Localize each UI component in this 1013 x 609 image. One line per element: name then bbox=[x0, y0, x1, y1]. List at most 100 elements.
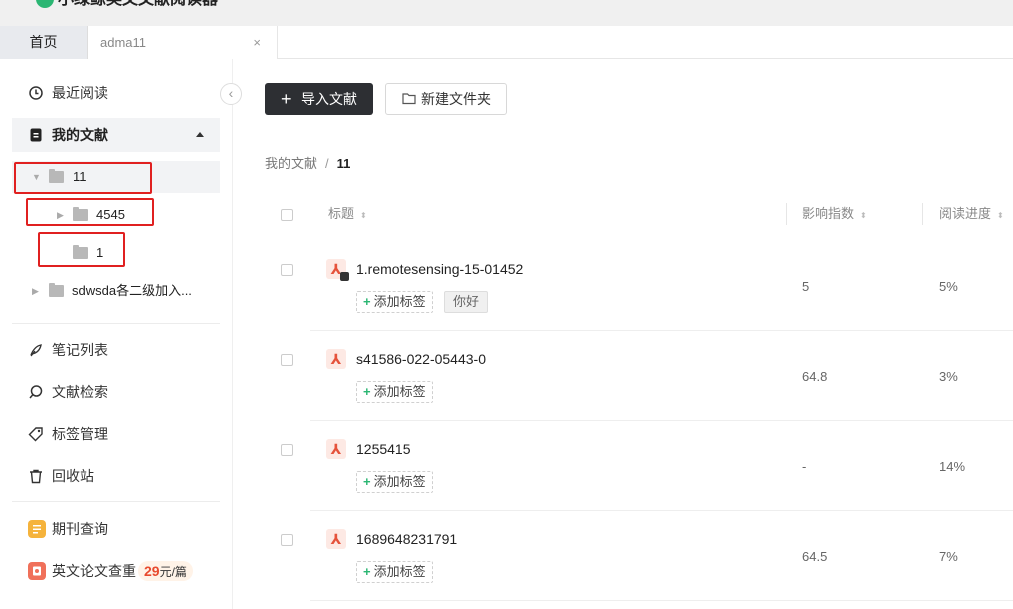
row-divider bbox=[310, 600, 1013, 601]
folder-outline-icon bbox=[402, 93, 416, 105]
row-checkbox[interactable] bbox=[281, 534, 293, 546]
sidebar-item-my-docs[interactable]: 我的文献 bbox=[12, 118, 220, 152]
impact-value: 64.8 bbox=[802, 369, 828, 384]
progress-value: 14% bbox=[939, 459, 966, 474]
row-divider bbox=[310, 510, 1013, 511]
document-title[interactable]: 1255415 bbox=[356, 440, 411, 458]
new-folder-button[interactable]: 新建文件夹 bbox=[385, 83, 507, 115]
impact-value: 64.5 bbox=[802, 549, 828, 564]
search-icon bbox=[29, 385, 43, 399]
pdf-icon: ⅄ bbox=[326, 439, 346, 459]
sort-icon: ⬍ bbox=[860, 211, 867, 220]
highlight-box bbox=[26, 198, 154, 226]
highlight-box bbox=[38, 232, 125, 267]
tab-document-label: adma11 bbox=[100, 35, 147, 50]
row-checkbox[interactable] bbox=[281, 264, 293, 276]
column-header-progress[interactable]: 阅读进度 ⬍ bbox=[939, 205, 1004, 225]
column-header-label: 标题 bbox=[328, 206, 355, 221]
sidebar-item-label: 英文论文查重 bbox=[52, 563, 136, 579]
sidebar-item-label: 期刊查询 bbox=[52, 521, 108, 537]
plagiarism-icon bbox=[28, 562, 46, 580]
tab-home[interactable]: 首页 bbox=[0, 26, 88, 59]
caret-up-icon[interactable] bbox=[196, 132, 204, 137]
add-tag-button[interactable]: + 添加标签 bbox=[356, 561, 433, 583]
add-tag-label: 添加标签 bbox=[373, 384, 426, 399]
impact-value: - bbox=[802, 459, 807, 474]
highlight-box bbox=[14, 162, 152, 194]
sidebar-item-label: 笔记列表 bbox=[52, 342, 108, 358]
sidebar: 最近阅读 我的文献 ▼ 11 ▶ 4545 1 ▶ sdwsda各二级加入...… bbox=[0, 59, 233, 609]
tag-chip[interactable]: 你好 bbox=[444, 291, 489, 313]
sidebar-item-search[interactable]: 文献检索 bbox=[12, 375, 220, 409]
column-separator bbox=[922, 203, 923, 225]
sidebar-item-journal[interactable]: 期刊查询 bbox=[12, 512, 220, 546]
progress-value: 5% bbox=[939, 279, 958, 294]
row-divider bbox=[310, 420, 1013, 421]
select-all-checkbox[interactable] bbox=[281, 209, 293, 221]
breadcrumb-current: 11 bbox=[336, 156, 351, 171]
plus-icon: + bbox=[363, 384, 371, 399]
document-icon bbox=[30, 128, 42, 142]
document-title[interactable]: s41586-022-05443-0 bbox=[356, 350, 486, 368]
document-title[interactable]: 1689648231791 bbox=[356, 530, 457, 548]
app-logo-icon bbox=[36, 0, 54, 8]
add-tag-label: 添加标签 bbox=[373, 294, 426, 309]
folder-icon bbox=[49, 283, 64, 297]
sort-icon: ⬍ bbox=[360, 211, 367, 220]
sidebar-item-label: 文献检索 bbox=[52, 384, 108, 400]
row-checkbox[interactable] bbox=[281, 354, 293, 366]
import-button-label: 导入文献 bbox=[301, 91, 357, 107]
import-button[interactable]: + 导入文献 bbox=[265, 83, 373, 115]
price-unit: 元/篇 bbox=[159, 565, 187, 579]
tree-folder-label: sdwsda各二级加入... bbox=[72, 283, 192, 298]
add-tag-button[interactable]: + 添加标签 bbox=[356, 291, 433, 313]
close-icon[interactable]: × bbox=[253, 26, 261, 59]
pdf-icon: ⅄ bbox=[326, 349, 346, 369]
impact-value: 5 bbox=[802, 279, 810, 294]
journal-icon bbox=[28, 520, 46, 538]
sidebar-item-tags[interactable]: 标签管理 bbox=[12, 417, 220, 451]
column-header-label: 阅读进度 bbox=[939, 206, 992, 221]
document-title[interactable]: 1.remotesensing-15-01452 bbox=[356, 260, 523, 278]
sidebar-item-trash[interactable]: 回收站 bbox=[12, 459, 220, 493]
breadcrumb-separator: / bbox=[325, 156, 329, 171]
breadcrumb-root[interactable]: 我的文献 bbox=[265, 156, 317, 171]
trash-icon bbox=[30, 469, 42, 484]
tab-document[interactable]: adma11 × bbox=[88, 26, 278, 59]
sidebar-item-label: 回收站 bbox=[52, 468, 94, 484]
column-header-title[interactable]: 标题 ⬍ bbox=[328, 205, 367, 225]
plus-icon: + bbox=[363, 474, 371, 489]
add-tag-button[interactable]: + 添加标签 bbox=[356, 471, 433, 493]
add-tag-button[interactable]: + 添加标签 bbox=[356, 381, 433, 403]
sidebar-item-label: 我的文献 bbox=[52, 127, 108, 143]
feather-icon bbox=[30, 344, 42, 357]
column-separator bbox=[786, 203, 787, 225]
clock-icon bbox=[29, 86, 43, 100]
tag-icon bbox=[28, 427, 43, 442]
add-tag-label: 添加标签 bbox=[373, 564, 426, 579]
plus-icon: + bbox=[363, 564, 371, 579]
row-checkbox[interactable] bbox=[281, 444, 293, 456]
title-bar: 小绿鲸英文文献阅读器 bbox=[0, 0, 1013, 26]
add-tag-label: 添加标签 bbox=[373, 474, 426, 489]
app-title: 小绿鲸英文文献阅读器 bbox=[58, 0, 218, 9]
price-number: 29 bbox=[144, 563, 160, 579]
sidebar-divider bbox=[12, 501, 220, 502]
column-header-label: 影响指数 bbox=[802, 206, 855, 221]
progress-value: 7% bbox=[939, 549, 958, 564]
tree-folder-sdwsda[interactable]: ▶ sdwsda各二级加入... bbox=[12, 275, 220, 307]
sidebar-item-label: 标签管理 bbox=[52, 426, 108, 442]
progress-value: 3% bbox=[939, 369, 958, 384]
sidebar-item-label: 最近阅读 bbox=[52, 85, 108, 101]
sidebar-item-plagiarism[interactable]: 英文论文查重 29元/篇 bbox=[12, 554, 220, 588]
column-header-impact[interactable]: 影响指数 ⬍ bbox=[802, 205, 867, 225]
sidebar-item-notes[interactable]: 笔记列表 bbox=[12, 333, 220, 367]
sidebar-item-recent[interactable]: 最近阅读 bbox=[12, 76, 220, 110]
sort-icon: ⬍ bbox=[997, 211, 1004, 220]
expand-arrow-icon[interactable]: ▶ bbox=[32, 275, 39, 307]
price-badge: 29元/篇 bbox=[138, 561, 193, 581]
breadcrumb: 我的文献 / 11 bbox=[265, 155, 350, 173]
plus-icon: + bbox=[363, 294, 371, 309]
row-divider bbox=[310, 330, 1013, 331]
collapse-sidebar-button[interactable]: ‹ bbox=[220, 83, 242, 105]
